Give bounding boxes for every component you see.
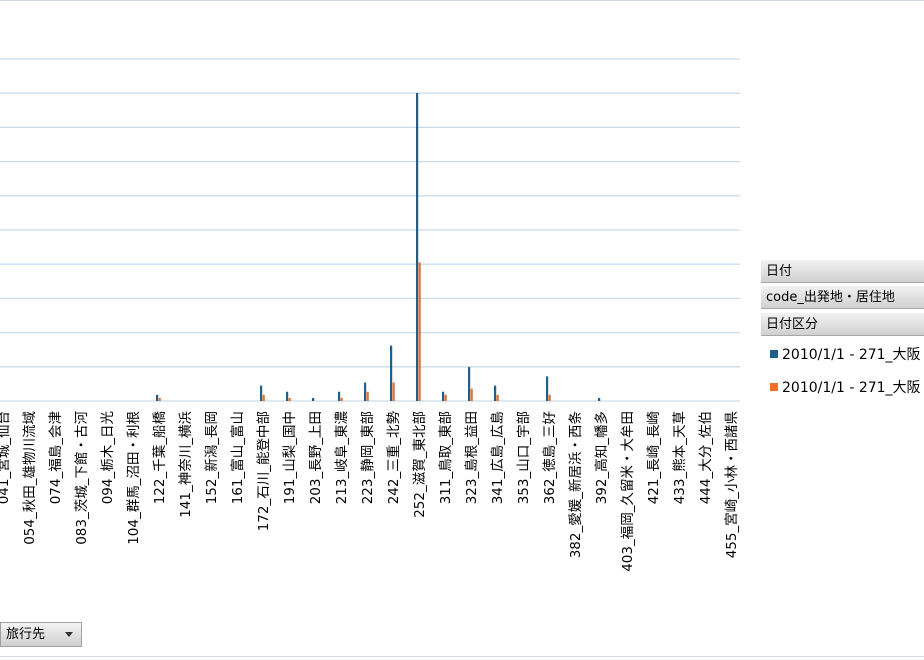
bar-series1 <box>416 93 419 401</box>
x-tick-label: 455_宮崎_小林・西諸県 <box>724 411 740 558</box>
x-tick-label: 362_徳島_三好 <box>542 411 558 504</box>
x-tick-label: 122_千葉_船橋 <box>152 411 168 505</box>
x-tick-label: 341_広島_広島 <box>490 411 506 504</box>
bar-series2 <box>288 397 291 401</box>
x-tick-labels: 041_宮城_仙台 054_秋田_雄物川流域 074_福島_会津 083_茨城_下館・… <box>0 411 740 572</box>
bar-series1 <box>442 391 445 401</box>
x-tick-label: 403_福岡_久留米・大牟田 <box>620 411 636 572</box>
bar-series1 <box>260 385 263 401</box>
dropdown-arrow-icon <box>65 632 73 637</box>
destination-filter-button[interactable]: 旅行先 <box>0 622 82 647</box>
bar-series2 <box>340 397 343 401</box>
x-tick-label: 213_岐阜_東濃 <box>333 411 350 505</box>
x-tick-label: 094_栃木_日光 <box>100 411 116 504</box>
x-tick-label: 054_秋田_雄物川流域 <box>22 411 38 545</box>
x-tick-label: 323_島根_益田 <box>464 411 480 504</box>
x-tick-label: 433_熊本_天草 <box>672 411 688 504</box>
bars <box>156 93 601 401</box>
bar-chart: 041_宮城_仙台 054_秋田_雄物川流域 074_福島_会津 083_茨城_下館・… <box>0 58 740 572</box>
bar-series2 <box>262 394 265 401</box>
legend-label-series2: 2010/1/1 - 271_大阪 <box>782 380 921 396</box>
bar-series2 <box>392 382 395 401</box>
bar-series1 <box>546 376 549 401</box>
x-tick-label: 444_大分_佐伯 <box>698 411 714 504</box>
legend-item-series1: 2010/1/1 - 271_大阪 <box>770 344 921 364</box>
filter-button-label: 旅行先 <box>6 627 46 642</box>
bar-series1 <box>598 397 601 401</box>
x-tick-label: 083_茨城_下館・古河 <box>74 411 90 545</box>
bar-series2 <box>444 394 447 401</box>
bar-series1 <box>364 382 367 401</box>
x-tick-label: 242_三重_北勢 <box>386 411 402 505</box>
gridlines <box>0 58 740 402</box>
bar-series2 <box>548 394 551 401</box>
x-tick-label: 203_長野_上田 <box>308 411 324 504</box>
bar-series1 <box>390 345 393 401</box>
legend-header-origin[interactable]: code_出発地・居住地 <box>761 285 924 309</box>
x-tick-label: 311_鳥取_東部 <box>438 411 454 504</box>
bottom-border <box>0 656 924 657</box>
bar-series2 <box>496 394 499 401</box>
bar-series2 <box>470 388 473 401</box>
legend-swatch-series2 <box>770 383 778 391</box>
x-tick-label: 421_長崎_長崎 <box>646 411 662 504</box>
x-tick-label: 161_富山_富山 <box>229 411 246 504</box>
x-tick-label: 104_群馬_沼田・利根 <box>126 411 142 545</box>
bar-series1 <box>312 397 315 401</box>
x-tick-label: 141_神奈川_横浜 <box>178 411 194 518</box>
bar-series2 <box>418 262 421 401</box>
legend-header-date[interactable]: 日付 <box>761 259 924 283</box>
legend-item-series2: 2010/1/1 - 271_大阪 <box>770 377 921 397</box>
x-tick-label: 041_宮城_仙台 <box>0 411 12 504</box>
x-tick-label: 392_高知_幡多 <box>593 411 610 504</box>
bar-series1 <box>156 394 159 401</box>
legend-header-date-type[interactable]: 日付区分 <box>761 312 924 336</box>
bar-series1 <box>494 385 497 401</box>
x-tick-label: 382_愛媛_新居浜・西条 <box>567 411 584 559</box>
x-tick-label: 152_新潟_長岡 <box>204 411 220 504</box>
bar-series1 <box>338 391 341 401</box>
bar-series2 <box>366 391 369 401</box>
x-tick-label: 252_滋賀_東北部 <box>412 411 428 518</box>
x-tick-label: 353_山口_宇部 <box>516 411 532 504</box>
bar-series1 <box>468 367 471 401</box>
bar-series2 <box>158 397 161 401</box>
x-tick-label: 074_福島_会津 <box>48 411 64 504</box>
legend-swatch-series1 <box>770 350 778 358</box>
x-tick-label: 223_静岡_東部 <box>360 411 376 504</box>
legend-label-series1: 2010/1/1 - 271_大阪 <box>782 347 921 363</box>
x-tick-label: 172_石川_能登中部 <box>256 411 272 531</box>
x-tick-label: 191_山梨_国中 <box>282 411 298 504</box>
bar-series1 <box>286 391 289 401</box>
